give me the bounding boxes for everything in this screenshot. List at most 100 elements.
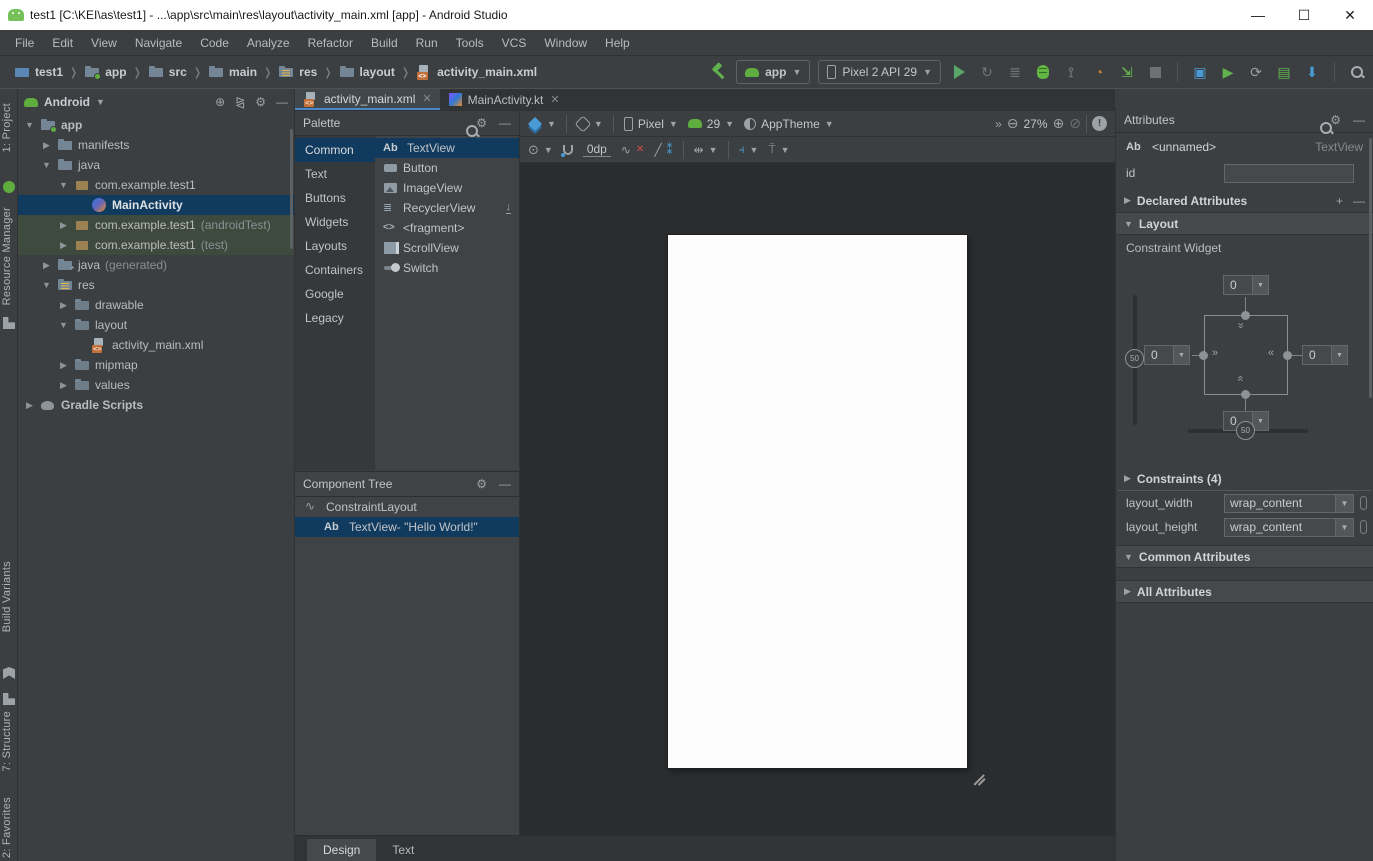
tree-item-mipmap[interactable]: ▶mipmap — [18, 355, 294, 375]
palette-item-ScrollView[interactable]: ScrollView — [375, 238, 519, 258]
mode-tab-Design[interactable]: Design — [307, 839, 376, 861]
toolwindow-favorites[interactable]: 2: Favorites — [1, 797, 13, 858]
chevron-right-icon[interactable]: ▶ — [1124, 473, 1131, 484]
close-icon[interactable]: ✕ — [422, 92, 431, 105]
margin-top-field[interactable]: 0▼ — [1223, 275, 1269, 295]
palette-category-Containers[interactable]: Containers — [295, 258, 375, 282]
toolwindow-resource-manager[interactable]: Resource Manager — [1, 207, 13, 305]
breadcrumb-item-main[interactable]: main — [208, 64, 257, 80]
close-icon[interactable]: ✕ — [550, 93, 559, 106]
attr-select[interactable]: wrap_content▼ — [1224, 518, 1354, 537]
tree-chevron-icon[interactable]: ▶ — [58, 220, 69, 231]
toolwindow-build-variants[interactable]: Build Variants — [1, 561, 13, 632]
tree-chevron-icon[interactable]: ▶ — [41, 140, 52, 151]
attach-debugger-icon[interactable]: ⟟ — [1061, 61, 1081, 83]
all-attributes-header[interactable]: All Attributes — [1137, 585, 1212, 599]
palette-category-Buttons[interactable]: Buttons — [295, 186, 375, 210]
gear-icon[interactable]: ⚙ — [476, 116, 487, 130]
margin-right-field[interactable]: 0▼ — [1302, 345, 1348, 365]
project-structure-icon[interactable]: ▣ — [1190, 61, 1210, 83]
palette-category-Layouts[interactable]: Layouts — [295, 234, 375, 258]
constraint-widget[interactable]: 50 50 0▼ 0▼ 0▼ 0▼ » » » « — [1116, 261, 1373, 467]
palette-category-Google[interactable]: Google — [295, 282, 375, 306]
chevron-down-icon[interactable]: ▼ — [1335, 519, 1353, 536]
menu-run[interactable]: Run — [407, 32, 447, 54]
close-button[interactable]: ✕ — [1327, 0, 1373, 30]
locate-file-icon[interactable]: ⊕ — [215, 95, 225, 109]
scrollbar[interactable] — [1369, 138, 1372, 398]
resource-manager-icon[interactable] — [3, 181, 15, 193]
vertical-bias-value[interactable]: 50 — [1125, 349, 1144, 368]
editor-tab-activity_main.xml[interactable]: <>activity_main.xml✕ — [295, 89, 440, 110]
tree-item-com.example.test1[interactable]: ▶com.example.test1(test) — [18, 235, 294, 255]
autoconnect-toggle[interactable] — [563, 145, 573, 155]
chevron-down-icon[interactable]: ▼ — [1124, 219, 1133, 229]
design-canvas[interactable] — [520, 164, 1115, 835]
tree-item-values[interactable]: ▶values — [18, 375, 294, 395]
breadcrumb-item-layout[interactable]: layout — [339, 64, 395, 80]
run-config-select[interactable]: app ▼ — [736, 60, 810, 84]
align-menu[interactable]: ⫞▼ — [739, 142, 759, 157]
margin-left-field[interactable]: 0▼ — [1144, 345, 1190, 365]
menu-analyze[interactable]: Analyze — [238, 32, 299, 54]
mode-tab-Text[interactable]: Text — [376, 839, 430, 861]
default-margin-select[interactable]: 0dp — [583, 142, 611, 157]
breadcrumb-item-res[interactable]: res — [278, 64, 317, 80]
device-menu[interactable]: Pixel▼ — [624, 117, 678, 131]
component-tree-item[interactable]: ∿ConstraintLayout — [295, 497, 519, 517]
maximize-button[interactable]: ☐ — [1281, 0, 1327, 30]
palette-item-TextView[interactable]: AbTextView — [375, 138, 519, 158]
design-mode-select[interactable]: ▼ — [528, 117, 556, 131]
tree-chevron-icon[interactable]: ▼ — [58, 320, 69, 330]
breadcrumb-item-app[interactable]: app — [84, 64, 126, 80]
menu-vcs[interactable]: VCS — [493, 32, 536, 54]
sdk-manager-icon[interactable]: ⬇ — [1302, 61, 1322, 83]
tree-item-java[interactable]: ▼java — [18, 155, 294, 175]
chevron-right-icon[interactable]: ▶ — [1124, 586, 1131, 597]
palette-item-Button[interactable]: Button — [375, 158, 519, 178]
build-hammer-icon[interactable] — [710, 63, 728, 81]
avd-manager-icon[interactable]: ▤ — [1274, 61, 1294, 83]
toolwindow-project[interactable]: 1: Project — [1, 103, 13, 152]
tree-item-com.example.test1[interactable]: ▼com.example.test1 — [18, 175, 294, 195]
warnings-icon[interactable]: ! — [1092, 116, 1107, 131]
project-view-selector[interactable]: Android — [44, 95, 90, 109]
zoom-out-icon[interactable]: ⊖ — [1007, 115, 1019, 132]
chevron-down-icon[interactable]: ▼ — [1335, 495, 1353, 512]
rerun-icon[interactable]: ↻ — [977, 61, 997, 83]
profiler-icon[interactable]: ◔ — [1089, 61, 1109, 83]
debug-button[interactable] — [1033, 61, 1053, 83]
tree-item-java[interactable]: ▶*java(generated) — [18, 255, 294, 275]
tree-chevron-icon[interactable]: ▼ — [41, 280, 52, 290]
pick-resource-button[interactable] — [1360, 496, 1367, 510]
minimize-button[interactable]: — — [1235, 0, 1281, 30]
run-anything-icon[interactable]: ▶ — [1218, 61, 1238, 83]
theme-menu[interactable]: AppTheme▼ — [744, 117, 834, 131]
palette-category-Widgets[interactable]: Widgets — [295, 210, 375, 234]
horizontal-bias-value[interactable]: 50 — [1236, 421, 1255, 440]
tree-chevron-icon[interactable]: ▶ — [24, 400, 35, 411]
device-select[interactable]: Pixel 2 API 29 ▼ — [818, 60, 941, 84]
declared-attributes-header[interactable]: Declared Attributes — [1137, 194, 1247, 208]
palette-item-RecyclerView[interactable]: ≣RecyclerView↓ — [375, 198, 519, 218]
download-icon[interactable]: ↓ — [506, 202, 512, 214]
tree-chevron-icon[interactable]: ▶ — [58, 300, 69, 311]
tree-item-res[interactable]: ▼res — [18, 275, 294, 295]
chevron-right-icon[interactable]: ▶ — [1124, 195, 1131, 206]
search-everywhere-icon[interactable] — [1347, 61, 1367, 83]
component-tree-item[interactable]: AbTextView- "Hello World!" — [295, 517, 519, 537]
breadcrumb-item-test1[interactable]: test1 — [14, 64, 63, 80]
tree-chevron-icon[interactable]: ▶ — [58, 360, 69, 371]
constraint-anchor-top[interactable] — [1241, 311, 1250, 320]
tree-chevron-icon[interactable]: ▶ — [58, 240, 69, 251]
hide-panel-icon[interactable]: — — [499, 477, 511, 491]
constraints-header[interactable]: Constraints (4) — [1137, 472, 1222, 486]
run-with-coverage-icon[interactable]: ≣ — [1005, 61, 1025, 83]
tree-item-app[interactable]: ▼app — [18, 115, 294, 135]
chevron-down-icon[interactable]: ▼ — [1124, 552, 1133, 562]
layout-section-header[interactable]: Layout — [1139, 217, 1178, 231]
pick-resource-button[interactable] — [1360, 520, 1367, 534]
tree-chevron-icon[interactable]: ▼ — [58, 180, 69, 190]
zoom-fit-icon[interactable]: ⊘ — [1069, 115, 1081, 132]
menu-build[interactable]: Build — [362, 32, 407, 54]
